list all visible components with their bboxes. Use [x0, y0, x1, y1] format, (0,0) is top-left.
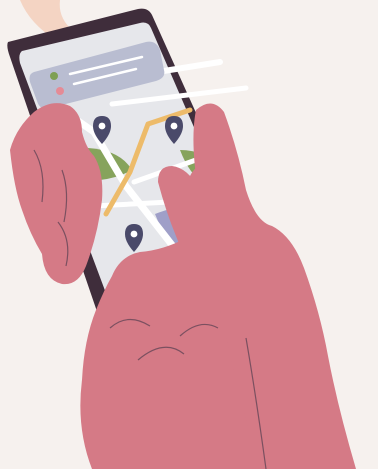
status-dot-green [50, 72, 58, 80]
status-dot-pink [56, 87, 64, 95]
phone-map-illustration [0, 0, 378, 469]
